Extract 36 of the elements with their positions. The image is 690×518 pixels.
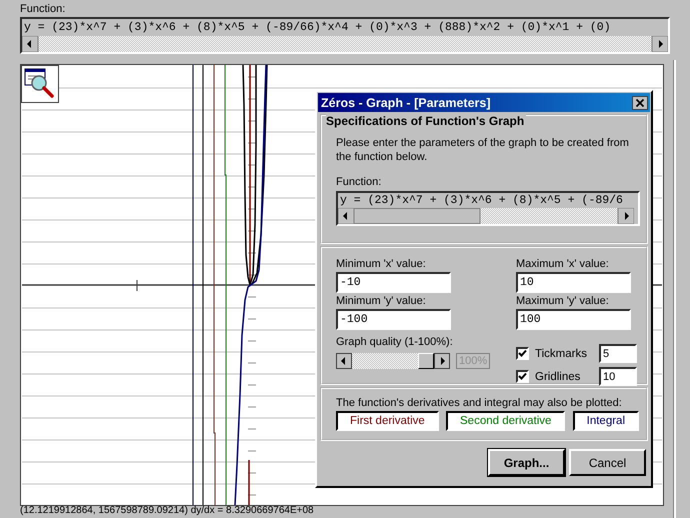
- status-text: (12.1219912864, 1567598789.09214) dy/dx = 8.3290669764E+08: [20, 505, 314, 517]
- input-field[interactable]: 10: [516, 272, 631, 293]
- description-text: Please enter the parameters of the graph to be created from the function below.: [336, 136, 630, 164]
- field-label: Maximum 'y' value:: [516, 295, 610, 307]
- input-field[interactable]: 100: [516, 309, 631, 330]
- field-label: Minimum 'y' value:: [336, 295, 427, 307]
- field-label: Minimum 'x' value:: [336, 258, 427, 270]
- checkbox-label[interactable]: Tickmarks: [535, 348, 599, 360]
- horizontal-scrollbar[interactable]: [22, 36, 668, 52]
- dialog-title: Zéros - Graph - [Parameters]: [321, 96, 490, 110]
- plot-toggle-button[interactable]: Integral: [572, 411, 639, 431]
- function-label: Function:: [336, 176, 382, 188]
- function-label: Function:: [20, 3, 66, 15]
- dialog-button[interactable]: Graph...: [488, 449, 565, 476]
- magnifier-icon[interactable]: [21, 65, 59, 103]
- plot-caption: The function's derivatives and integral may also be plotted:: [336, 397, 623, 409]
- input-field[interactable]: -10: [336, 272, 451, 293]
- close-icon[interactable]: [632, 96, 648, 110]
- left-arrow-button[interactable]: [336, 353, 352, 369]
- checkbox-label[interactable]: Gridlines: [535, 370, 599, 382]
- dialog-button[interactable]: Cancel: [569, 449, 646, 476]
- horizontal-scrollbar[interactable]: [338, 208, 634, 224]
- quality-label: Graph quality (1-100%):: [336, 336, 454, 348]
- checkbox[interactable]: [516, 370, 529, 383]
- group-heading: Specifications of Function's Graph: [326, 114, 526, 128]
- input-field[interactable]: -100: [336, 309, 451, 330]
- function-field[interactable]: y = (23)*x^7 + (3)*x^6 + (8)*x^5 + (-89/66)*x^4 + (0)*x^3 + (888)*x^2 + (0)*x^1 + (0): [20, 17, 670, 54]
- slider-thumb[interactable]: [418, 353, 434, 369]
- input-field[interactable]: 5: [599, 344, 637, 363]
- checkbox[interactable]: [516, 347, 529, 360]
- function-field[interactable]: y = (23)*x^7 + (3)*x^6 + (8)*x^5 + (-89/6: [336, 191, 640, 226]
- input-field[interactable]: 10: [599, 367, 637, 386]
- plot-toggle-button[interactable]: Second derivative: [446, 411, 566, 431]
- plot-toggle-button[interactable]: First derivative: [336, 411, 439, 431]
- right-arrow-button[interactable]: [434, 353, 450, 369]
- field-label: Maximum 'x' value:: [516, 258, 610, 270]
